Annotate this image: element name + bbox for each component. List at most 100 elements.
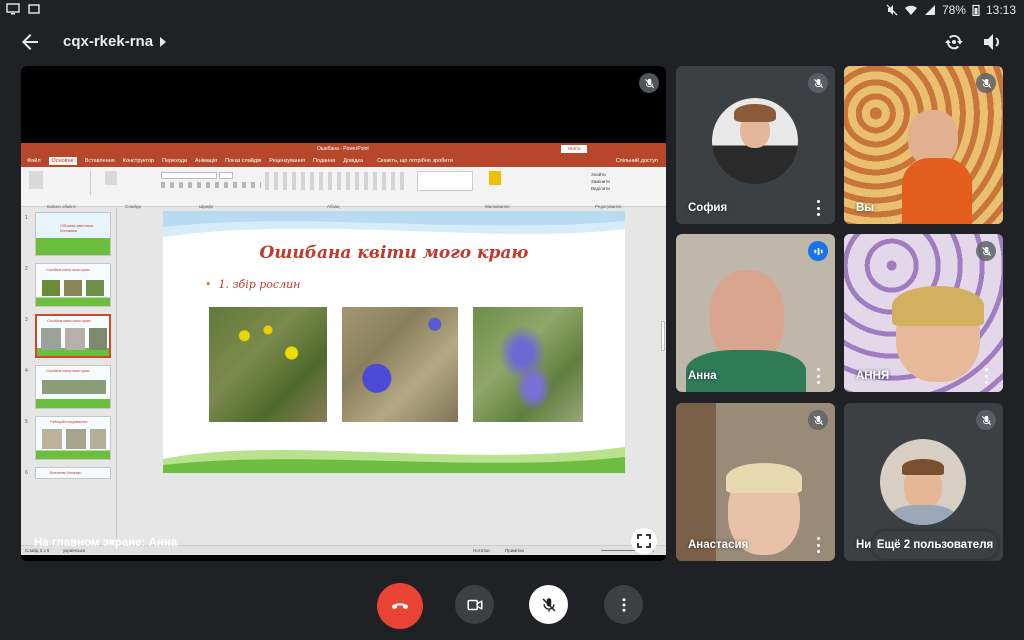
participant-tile-you[interactable]: Вы bbox=[844, 66, 1003, 224]
ppt-tab-view[interactable]: Подання bbox=[313, 158, 335, 164]
meeting-title[interactable]: cqx-rkek-rna bbox=[63, 33, 167, 50]
screen-cast-icon bbox=[6, 3, 20, 15]
ppt-ribbon: Знайти Замінити Виділити Буфер обміну Слай… bbox=[21, 167, 666, 209]
speaker-icon[interactable] bbox=[980, 30, 1004, 54]
slide-thumbnail[interactable]: Обшана квітника ботаніки bbox=[35, 212, 111, 256]
font-name-box[interactable] bbox=[161, 172, 217, 179]
wifi-icon bbox=[904, 5, 917, 15]
font-format-buttons[interactable] bbox=[161, 182, 261, 188]
paste-icon[interactable] bbox=[29, 171, 43, 189]
video-camera-icon bbox=[467, 599, 482, 610]
more-options-icon[interactable] bbox=[815, 537, 821, 553]
battery-icon bbox=[972, 4, 980, 16]
ppt-tab-transitions[interactable]: Переходи bbox=[162, 158, 187, 164]
photo-blue-flowers bbox=[473, 307, 583, 422]
ppt-signin-button[interactable]: Увійти bbox=[561, 145, 587, 153]
mic-off-icon bbox=[541, 597, 556, 612]
powerpoint-window: Ошибана - PowerPoint Увійти Файл Основне… bbox=[21, 143, 666, 555]
shapes-gallery[interactable] bbox=[417, 171, 473, 191]
fullscreen-button[interactable] bbox=[631, 528, 657, 554]
ppt-title-bar: Ошибана - PowerPoint Увійти bbox=[21, 143, 666, 155]
new-slide-icon[interactable] bbox=[105, 171, 117, 185]
clock: 13:13 bbox=[985, 3, 1016, 17]
mic-off-icon bbox=[808, 410, 828, 430]
ppt-tell-me[interactable]: Скажіть, що потрібно зробити bbox=[377, 158, 453, 164]
ppt-tab-animations[interactable]: Анімація bbox=[195, 158, 217, 164]
slide-thumbnail-selected[interactable]: Ошибана квіти мого краю bbox=[35, 314, 111, 358]
group-paragraph: Абзац bbox=[327, 204, 340, 209]
current-slide: Ошибана квіти могo краю • 1. збір рослин bbox=[163, 211, 625, 473]
group-editing: Редагування bbox=[595, 204, 622, 209]
mic-off-icon bbox=[976, 410, 996, 430]
participant-tile-sofia[interactable]: София bbox=[676, 66, 835, 224]
participant-name: Вы bbox=[856, 202, 875, 214]
switch-camera-icon[interactable] bbox=[942, 30, 966, 54]
ppt-ribbon-tabs: Файл Основне Вставлення Конструктор Пере… bbox=[21, 155, 666, 167]
ppt-tab-home[interactable]: Основне bbox=[48, 157, 77, 165]
photo-cornflower bbox=[342, 307, 458, 422]
participant-name: София bbox=[688, 202, 728, 214]
more-options-icon[interactable] bbox=[815, 200, 821, 216]
participant-name: Анастасия bbox=[688, 539, 749, 551]
meeting-code: cqx-rkek-rna bbox=[63, 33, 154, 50]
meeting-top-bar: cqx-rkek-rna bbox=[0, 22, 1024, 62]
signal-icon bbox=[924, 5, 935, 15]
arrange-icon[interactable] bbox=[489, 171, 501, 185]
participant-tile-anna[interactable]: Анна bbox=[676, 234, 835, 392]
more-options-icon[interactable] bbox=[815, 368, 821, 384]
speaking-indicator-icon bbox=[808, 241, 828, 261]
mic-off-icon bbox=[808, 73, 828, 93]
ppt-share[interactable]: Спільний доступ bbox=[616, 158, 658, 164]
more-vert-icon bbox=[622, 597, 625, 612]
mic-off-icon bbox=[976, 73, 996, 93]
ppt-comments-button[interactable]: Примітки bbox=[505, 548, 524, 553]
group-drawing: Малювання bbox=[485, 204, 510, 209]
hang-up-button[interactable] bbox=[377, 583, 423, 629]
avatar bbox=[880, 439, 966, 525]
slide-title: Ошибана квіти могo краю bbox=[259, 243, 529, 263]
photo-yellow-flowers bbox=[209, 307, 327, 422]
fullscreen-icon bbox=[637, 534, 651, 548]
participant-name: Анна bbox=[688, 370, 717, 382]
slide-thumbnail[interactable]: Вивчення ботаніки bbox=[35, 467, 111, 479]
slide-thumbnail[interactable]: Ошибана квіти мого краю bbox=[35, 365, 111, 409]
participant-name: Ни bbox=[856, 539, 872, 551]
system-status-bar: 78% 13:13 bbox=[0, 0, 1024, 22]
slide-thumbnails-pane: 1 Обшана квітника ботаніки 2 Ошибана кві… bbox=[21, 208, 117, 554]
ppt-tab-file[interactable]: Файл bbox=[27, 158, 41, 164]
hang-up-icon bbox=[391, 603, 409, 610]
camera-button[interactable] bbox=[455, 585, 494, 624]
presentation-tile[interactable]: Ошибана - PowerPoint Увійти Файл Основне… bbox=[21, 66, 666, 561]
font-size-box[interactable] bbox=[219, 172, 233, 179]
more-users-button[interactable]: Ещё 2 пользователя bbox=[872, 531, 998, 559]
main-screen-caption: На главном экране: Анна bbox=[34, 537, 178, 549]
participant-tile-annya[interactable]: АННЯ bbox=[844, 234, 1003, 392]
ppt-tab-help[interactable]: Довідка bbox=[343, 158, 363, 164]
ppt-tab-slideshow[interactable]: Показ слайдів bbox=[225, 158, 261, 164]
paragraph-buttons[interactable] bbox=[265, 172, 405, 190]
ppt-notes-button[interactable]: Нотатки bbox=[473, 548, 490, 553]
participant-name: АННЯ bbox=[856, 370, 890, 382]
more-options-icon[interactable] bbox=[983, 368, 989, 384]
slide-bottom-wave bbox=[163, 447, 625, 473]
ppt-scrollbar[interactable] bbox=[661, 321, 665, 351]
group-slides: Слайди bbox=[125, 204, 142, 209]
slide-thumbnail[interactable]: Радіаційні покраюкінно bbox=[35, 416, 111, 460]
participant-tile-anastasia[interactable]: Анастасия bbox=[676, 403, 835, 561]
more-options-button[interactable] bbox=[604, 585, 643, 624]
ppt-tab-insert[interactable]: Вставлення bbox=[85, 158, 115, 164]
microphone-button[interactable] bbox=[529, 585, 568, 624]
ppt-tab-design[interactable]: Конструктор bbox=[123, 158, 154, 164]
slide-thumbnail[interactable]: Ошибана квіти мого краю bbox=[35, 263, 111, 307]
ppt-tab-review[interactable]: Рецензування bbox=[269, 158, 305, 164]
avatar bbox=[712, 98, 798, 184]
mic-off-icon bbox=[976, 241, 996, 261]
notification-icon bbox=[28, 4, 40, 14]
back-arrow-icon[interactable] bbox=[18, 30, 42, 54]
group-font: Шрифт bbox=[199, 204, 214, 209]
mute-icon bbox=[886, 4, 898, 16]
slide-bullet: • 1. збір рослин bbox=[205, 278, 301, 291]
caret-right-icon bbox=[160, 36, 167, 47]
battery-percent: 78% bbox=[941, 3, 966, 17]
presenter-mic-off-icon bbox=[639, 73, 659, 93]
